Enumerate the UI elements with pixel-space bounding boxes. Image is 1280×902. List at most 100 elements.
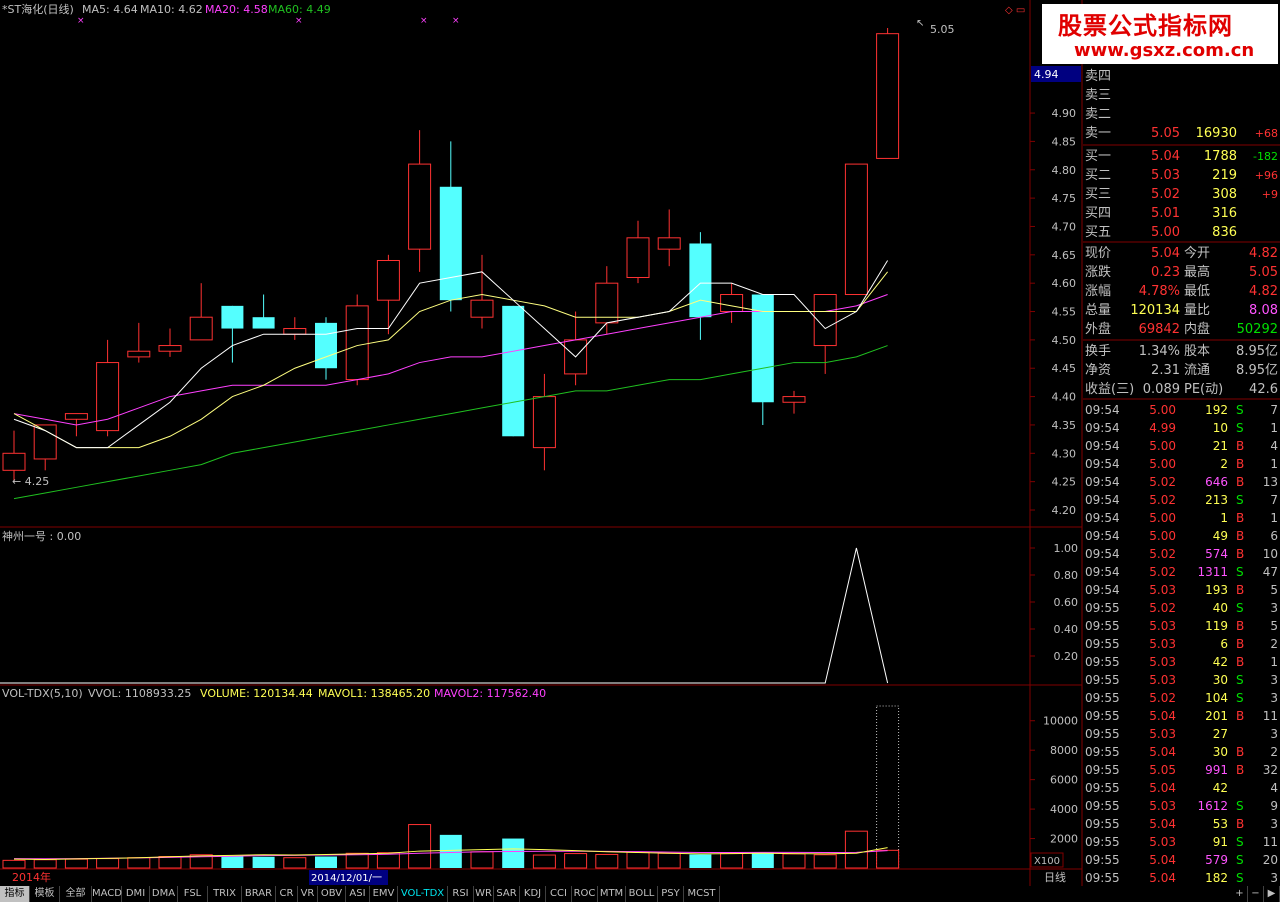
tick-count: 2 bbox=[1270, 637, 1278, 651]
bid-volume: 316 bbox=[1212, 206, 1237, 221]
bid-level-label: 买一 bbox=[1085, 149, 1111, 164]
indicator-title: 神州一号 : 0.00 bbox=[2, 529, 81, 543]
tick-count: 2 bbox=[1270, 745, 1278, 759]
zoom-in-icon[interactable]: + bbox=[1232, 886, 1248, 902]
volume-bar bbox=[315, 856, 337, 868]
tab-wr[interactable]: WR bbox=[474, 886, 494, 902]
tab-sar[interactable]: SAR bbox=[494, 886, 520, 902]
ma20-label: MA20: 4.58 bbox=[205, 3, 268, 16]
tick-count: 9 bbox=[1270, 799, 1278, 813]
volume-bar bbox=[345, 852, 369, 869]
quote-label: 最低 bbox=[1184, 284, 1210, 299]
tab-roc[interactable]: ROC bbox=[572, 886, 598, 902]
tick-side: S bbox=[1236, 565, 1244, 579]
volume-bar bbox=[876, 705, 900, 869]
fund-label: 换手 bbox=[1085, 344, 1111, 359]
tick-time: 09:55 bbox=[1085, 853, 1120, 867]
candle-body bbox=[64, 413, 88, 420]
tick-time: 09:55 bbox=[1085, 817, 1120, 831]
diamond-icon: ◇ ▭ bbox=[1005, 5, 1025, 16]
fund-value: 1.34% bbox=[1139, 344, 1180, 359]
tick-side: S bbox=[1236, 673, 1244, 687]
candle-body bbox=[315, 322, 337, 369]
quote-value: 120134 bbox=[1130, 303, 1180, 318]
tab-rsi[interactable]: RSI bbox=[448, 886, 474, 902]
tab-asi[interactable]: ASI bbox=[346, 886, 370, 902]
ask-level-label: 卖四 bbox=[1085, 69, 1111, 84]
signal-marker: × bbox=[77, 16, 85, 26]
tick-side: B bbox=[1236, 583, 1244, 597]
tick-volume: 213 bbox=[1205, 493, 1228, 507]
tick-volume: 646 bbox=[1205, 475, 1228, 489]
tick-volume: 40 bbox=[1213, 601, 1228, 615]
quote-value: 8.08 bbox=[1249, 303, 1278, 318]
tab-cr[interactable]: CR bbox=[276, 886, 298, 902]
price-tick-label: 4.85 bbox=[1052, 135, 1077, 148]
quote-label: 外盘 bbox=[1085, 321, 1111, 337]
tab-fsl[interactable]: FSL bbox=[178, 886, 208, 902]
tick-count: 3 bbox=[1270, 727, 1278, 741]
tab-dma[interactable]: DMA bbox=[150, 886, 178, 902]
tick-count: 6 bbox=[1270, 529, 1278, 543]
price-tick-label: 4.90 bbox=[1052, 107, 1077, 120]
tab-boll[interactable]: BOLL bbox=[626, 886, 658, 902]
quote-value: 5.05 bbox=[1249, 265, 1278, 280]
price-tick-label: 4.50 bbox=[1052, 334, 1077, 347]
indicator-tick-label: 1.00 bbox=[1054, 542, 1079, 555]
tab-指标[interactable]: 指标 bbox=[0, 886, 30, 902]
bid-change: -182 bbox=[1253, 150, 1278, 163]
tab-psy[interactable]: PSY bbox=[658, 886, 684, 902]
tab-macd[interactable]: MACD bbox=[92, 886, 122, 902]
tab-vr[interactable]: VR bbox=[298, 886, 318, 902]
tick-count: 20 bbox=[1263, 853, 1278, 867]
chart-header: *ST海化(日线) MA5: 4.64 MA10: 4.62 MA20: 4.58 MA… bbox=[2, 2, 331, 16]
tick-time: 09:55 bbox=[1085, 745, 1120, 759]
indicator-tick-label: 0.60 bbox=[1054, 596, 1079, 609]
indicator-line bbox=[0, 547, 889, 684]
tick-time: 09:54 bbox=[1085, 493, 1120, 507]
tab-mtm[interactable]: MTM bbox=[598, 886, 626, 902]
chart-canvas[interactable]: 4.90 4.85 4.80 4.75 4.70 4.65 4.60 4.55 4.50 4.45… bbox=[0, 0, 1280, 902]
quote-label: 量比 bbox=[1184, 303, 1210, 318]
price-tick-label: 4.60 bbox=[1052, 277, 1077, 290]
volume-bar bbox=[33, 859, 57, 869]
tick-time: 09:55 bbox=[1085, 781, 1120, 795]
quote-label: 内盘 bbox=[1184, 321, 1210, 337]
tab-dmi[interactable]: DMI bbox=[122, 886, 150, 902]
scroll-right-icon[interactable]: ▶ bbox=[1264, 886, 1280, 902]
stock-title: *ST海化(日线) bbox=[2, 2, 74, 16]
tab-obv[interactable]: OBV bbox=[318, 886, 346, 902]
fund-label: PE(动) bbox=[1184, 382, 1223, 397]
tick-volume: 193 bbox=[1205, 583, 1228, 597]
tick-volume: 27 bbox=[1213, 727, 1228, 741]
candle-body bbox=[720, 294, 744, 313]
ma5-label: MA5: 4.64 bbox=[82, 3, 138, 16]
candle-body bbox=[2, 452, 26, 471]
tab-vol-tdx[interactable]: VOL-TDX bbox=[398, 886, 448, 902]
tab-cci[interactable]: CCI bbox=[546, 886, 572, 902]
ask-volume: 16930 bbox=[1196, 126, 1237, 141]
low-price-marker: ← 4.25 bbox=[12, 475, 49, 488]
tick-price: 5.04 bbox=[1149, 817, 1176, 831]
signal-marker: × bbox=[452, 16, 460, 26]
tab-brar[interactable]: BRAR bbox=[242, 886, 276, 902]
tick-count: 1 bbox=[1270, 511, 1278, 525]
tick-price: 5.02 bbox=[1149, 691, 1176, 705]
zoom-out-icon[interactable]: − bbox=[1248, 886, 1264, 902]
tab-kdj[interactable]: KDJ bbox=[520, 886, 546, 902]
tick-count: 3 bbox=[1270, 673, 1278, 687]
tab-mcst[interactable]: MCST bbox=[684, 886, 720, 902]
tab-全部[interactable]: 全部 bbox=[60, 886, 92, 902]
tick-side: B bbox=[1236, 439, 1244, 453]
tick-price: 5.03 bbox=[1149, 655, 1176, 669]
tab-emv[interactable]: EMV bbox=[370, 886, 398, 902]
bid-volume: 219 bbox=[1212, 168, 1237, 183]
tick-side: S bbox=[1236, 421, 1244, 435]
tick-side: B bbox=[1236, 709, 1244, 723]
tab-trix[interactable]: TRIX bbox=[208, 886, 242, 902]
year-label: 2014年 bbox=[12, 870, 51, 884]
quote-value: 4.82 bbox=[1249, 284, 1278, 299]
tick-time: 09:54 bbox=[1085, 547, 1120, 561]
tab-模板[interactable]: 模板 bbox=[30, 886, 60, 902]
volume-bar bbox=[532, 854, 556, 869]
